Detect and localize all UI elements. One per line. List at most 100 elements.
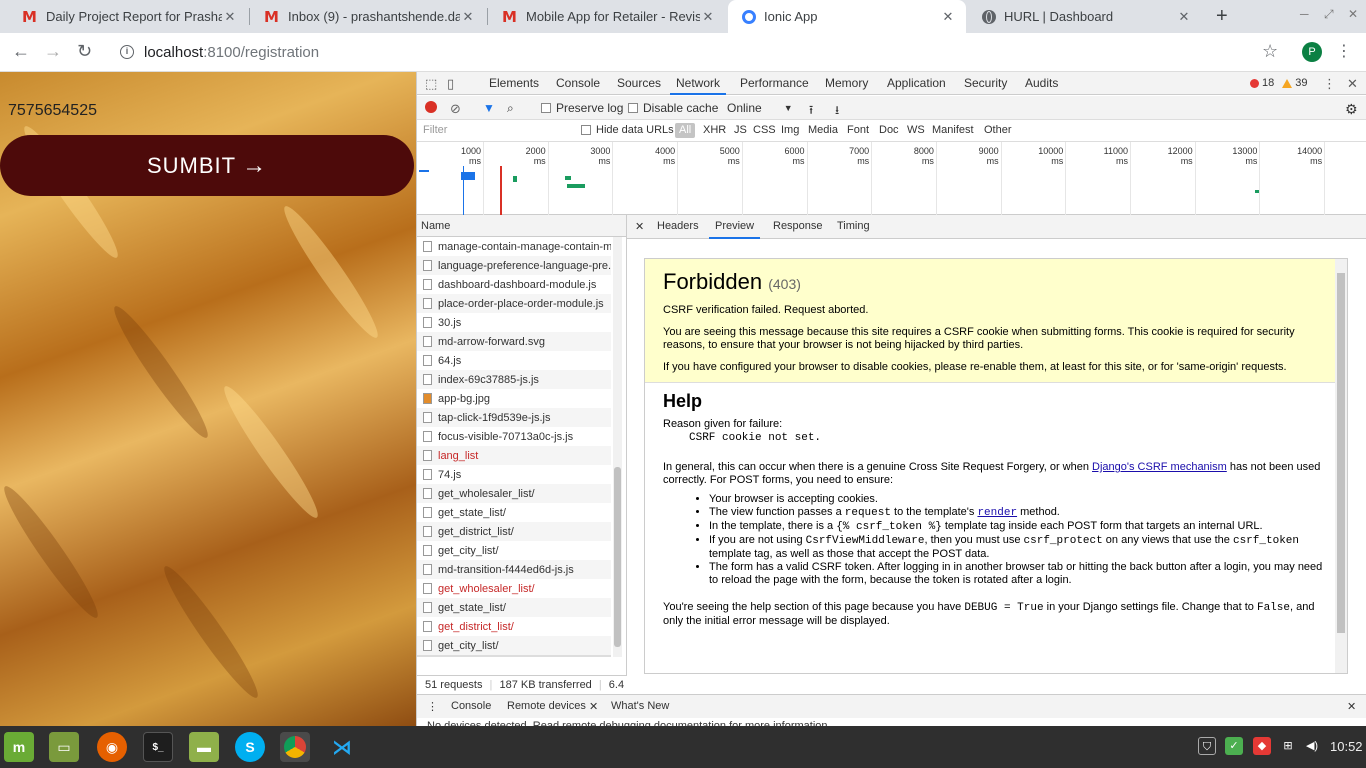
django-csrf-link[interactable]: Django's CSRF mechanism bbox=[1092, 461, 1227, 473]
tab-network[interactable]: Network bbox=[669, 76, 727, 95]
close-devtools-icon[interactable]: ✕ bbox=[1347, 76, 1358, 92]
network-icon[interactable]: ⊞ bbox=[1279, 737, 1297, 755]
request-row[interactable]: get_district_list/ bbox=[417, 522, 611, 541]
close-icon[interactable]: ✕ bbox=[460, 9, 476, 25]
disable-cache-checkbox[interactable]: Disable cache bbox=[628, 101, 718, 115]
submit-button[interactable]: SUMBIT → bbox=[0, 135, 414, 196]
tab-sources[interactable]: Sources bbox=[617, 76, 661, 90]
device-toolbar-icon[interactable]: ▯ bbox=[447, 76, 454, 92]
close-icon[interactable]: ✕ bbox=[222, 9, 238, 25]
browser-tab-mobile-app[interactable]: Mobile App for Retailer - Revise ✕ bbox=[488, 0, 726, 33]
profile-avatar[interactable]: P bbox=[1302, 42, 1322, 62]
tab-application[interactable]: Application bbox=[887, 76, 946, 90]
close-icon[interactable]: ✕ bbox=[700, 9, 716, 25]
tab-console[interactable]: Console bbox=[556, 76, 600, 90]
request-row[interactable]: check_phone_no/ bbox=[417, 655, 611, 657]
reload-icon[interactable]: ↻ bbox=[77, 41, 92, 62]
browser-tab-hurl[interactable]: HURL | Dashboard ✕ bbox=[968, 0, 1202, 33]
filter-type-doc[interactable]: Doc bbox=[879, 124, 899, 136]
phone-number-value[interactable]: 7575654525 bbox=[8, 102, 97, 120]
bookmark-star-icon[interactable]: ☆ bbox=[1262, 41, 1278, 62]
request-row[interactable]: dashboard-dashboard-module.js bbox=[417, 275, 611, 294]
filter-type-font[interactable]: Font bbox=[847, 124, 869, 136]
request-row[interactable]: app-bg.jpg bbox=[417, 389, 611, 408]
devtools-menu-icon[interactable]: ⋮ bbox=[1323, 76, 1336, 92]
record-icon[interactable] bbox=[425, 101, 437, 113]
request-row[interactable]: 64.js bbox=[417, 351, 611, 370]
inspect-element-icon[interactable]: ⬚ bbox=[425, 76, 437, 92]
tab-response[interactable]: Response bbox=[773, 220, 823, 232]
filter-type-ws[interactable]: WS bbox=[907, 124, 925, 136]
render-link[interactable]: render bbox=[977, 507, 1017, 519]
clear-icon[interactable]: ⊘ bbox=[450, 101, 461, 117]
anydesk-icon[interactable]: ◆ bbox=[1253, 737, 1271, 755]
browser-tab-ionic-app[interactable]: Ionic App ✕ bbox=[728, 0, 966, 33]
name-column-header[interactable]: Name bbox=[417, 215, 626, 237]
close-detail-icon[interactable]: ✕ bbox=[635, 220, 644, 233]
folder-icon[interactable]: ▬ bbox=[189, 732, 219, 762]
request-row[interactable]: md-transition-f444ed6d-js.js bbox=[417, 560, 611, 579]
terminal-icon[interactable]: $_ bbox=[143, 732, 173, 762]
tab-memory[interactable]: Memory bbox=[825, 76, 868, 90]
filter-type-img[interactable]: Img bbox=[781, 124, 799, 136]
scrollbar-thumb[interactable] bbox=[1337, 273, 1345, 633]
close-icon[interactable]: ✕ bbox=[589, 700, 598, 713]
drawer-tab-console[interactable]: Console bbox=[451, 700, 491, 712]
scrollbar-thumb[interactable] bbox=[614, 467, 621, 647]
close-drawer-icon[interactable]: ✕ bbox=[1347, 700, 1356, 713]
info-icon[interactable]: i bbox=[120, 45, 134, 59]
request-row[interactable]: get_city_list/ bbox=[417, 636, 611, 655]
search-icon[interactable]: ⌕ bbox=[507, 101, 514, 116]
tab-elements[interactable]: Elements bbox=[489, 76, 539, 90]
request-row[interactable]: language-preference-language-pre. bbox=[417, 256, 611, 275]
import-har-icon[interactable]: ⭱ bbox=[809, 101, 813, 122]
back-arrow-icon[interactable]: ← bbox=[12, 41, 30, 62]
request-row[interactable]: get_wholesaler_list/ bbox=[417, 579, 611, 598]
mint-menu-icon[interactable]: m bbox=[4, 732, 34, 762]
request-row[interactable]: get_state_list/ bbox=[417, 598, 611, 617]
throttle-select[interactable]: Online ▼ bbox=[727, 101, 793, 115]
export-har-icon[interactable]: ⭳ bbox=[835, 101, 839, 122]
gear-icon[interactable]: ⚙ bbox=[1345, 101, 1358, 118]
drawer-menu-icon[interactable]: ⋮ bbox=[427, 700, 438, 713]
update-check-icon[interactable]: ✓ bbox=[1225, 737, 1243, 755]
request-row[interactable]: tap-click-1f9d539e-js.js bbox=[417, 408, 611, 427]
request-row[interactable]: get_district_list/ bbox=[417, 617, 611, 636]
maximize-icon[interactable]: ⤢ bbox=[1324, 7, 1334, 22]
filter-type-xhr[interactable]: XHR bbox=[703, 124, 726, 136]
request-row[interactable]: manage-contain-manage-contain-m bbox=[417, 237, 611, 256]
filter-input[interactable]: Filter bbox=[423, 124, 447, 136]
tab-headers[interactable]: Headers bbox=[657, 220, 699, 232]
request-row[interactable]: focus-visible-70713a0c-js.js bbox=[417, 427, 611, 446]
browser-tab-daily-report[interactable]: Daily Project Report for Prashan ✕ bbox=[8, 0, 248, 33]
network-overview-timeline[interactable]: 1000 ms 2000 ms 3000 ms 4000 ms 5000 ms 6000 … bbox=[417, 142, 1366, 215]
request-row[interactable]: lang_list bbox=[417, 446, 611, 465]
request-row[interactable]: 30.js bbox=[417, 313, 611, 332]
skype-icon[interactable]: S bbox=[235, 732, 265, 762]
hide-data-urls-checkbox[interactable]: Hide data URLs bbox=[581, 124, 674, 136]
preserve-log-checkbox[interactable]: Preserve log bbox=[541, 101, 623, 115]
chrome-icon[interactable] bbox=[280, 732, 310, 762]
request-row[interactable]: get_state_list/ bbox=[417, 503, 611, 522]
drawer-tab-whats-new[interactable]: What's New bbox=[611, 700, 669, 712]
shield-icon[interactable]: ⛉ bbox=[1198, 737, 1216, 755]
browser-tab-inbox[interactable]: Inbox (9) - prashantshende.data ✕ bbox=[250, 0, 486, 33]
filter-type-js[interactable]: JS bbox=[734, 124, 747, 136]
menu-icon[interactable]: ⋮ bbox=[1336, 41, 1352, 61]
minimize-icon[interactable]: ─ bbox=[1300, 7, 1309, 21]
preview-scrollbar[interactable] bbox=[1335, 259, 1347, 673]
close-window-icon[interactable]: ✕ bbox=[1348, 7, 1358, 21]
filter-type-css[interactable]: CSS bbox=[753, 124, 776, 136]
request-row[interactable]: get_wholesaler_list/ bbox=[417, 484, 611, 503]
clock[interactable]: 10:52 bbox=[1330, 739, 1363, 754]
filter-type-other[interactable]: Other bbox=[984, 124, 1012, 136]
files-icon[interactable]: ▭ bbox=[49, 732, 79, 762]
new-tab-button[interactable]: + bbox=[1216, 5, 1228, 28]
filter-type-manifest[interactable]: Manifest bbox=[932, 124, 974, 136]
tab-timing[interactable]: Timing bbox=[837, 220, 870, 232]
forward-arrow-icon[interactable]: → bbox=[44, 41, 62, 62]
request-row[interactable]: place-order-place-order-module.js bbox=[417, 294, 611, 313]
close-icon[interactable]: ✕ bbox=[1176, 9, 1192, 25]
error-warning-counter[interactable]: 18 39 bbox=[1250, 77, 1308, 89]
request-row[interactable]: md-arrow-forward.svg bbox=[417, 332, 611, 351]
